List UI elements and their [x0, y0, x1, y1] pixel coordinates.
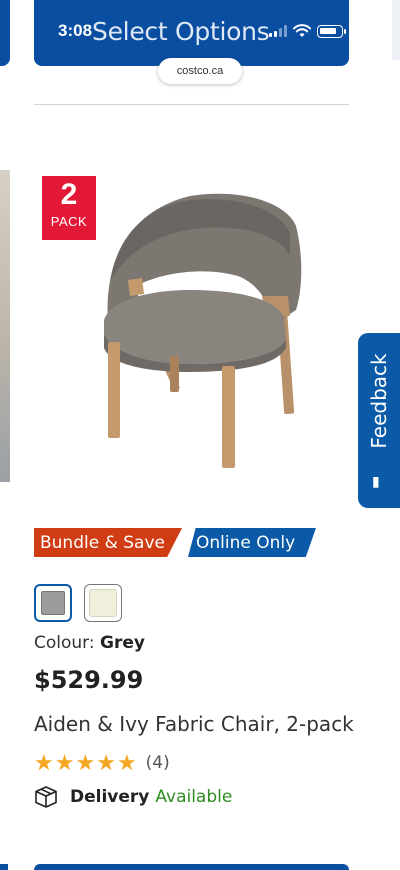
product-name: Aiden & Ivy Fabric Chair, 2-pack [34, 712, 354, 736]
feedback-icon: ▮ [372, 473, 380, 489]
status-time: 3:08 [58, 21, 93, 40]
colour-label: Colour: [34, 633, 100, 653]
status-icons [269, 24, 347, 38]
previous-card-edge-bottom [0, 864, 8, 870]
swatch-cream-chip [89, 589, 117, 617]
cellular-signal-icon [269, 25, 288, 37]
star-icon: ★ [96, 750, 116, 775]
delivery-row: Delivery Available [34, 786, 232, 808]
swatch-grey-chip [41, 591, 65, 615]
review-count: (4) [145, 753, 170, 773]
star-icon: ★ [34, 750, 54, 775]
star-icon: ★ [54, 750, 75, 775]
delivery-box-icon [35, 786, 57, 808]
header-bar: 3:08 Select Options [34, 0, 349, 66]
rating[interactable]: ★ ★ ★ ★ ★ (4) [34, 752, 170, 774]
pack-number: 2 [60, 178, 78, 211]
battery-icon [317, 24, 347, 38]
price: $529.99 [34, 666, 144, 694]
delivery-label: Delivery [70, 787, 150, 807]
product-page: 3:08 Select Options costco.ca 2 PACK Fee… [0, 0, 400, 870]
next-card-edge [392, 0, 400, 60]
bundle-save-badge: Bundle & Save [34, 528, 182, 557]
feedback-tab[interactable]: Feedback ▮ [358, 333, 400, 508]
url-pill[interactable]: costco.ca [158, 58, 242, 84]
pack-label: PACK [50, 214, 88, 229]
previous-card-edge [0, 0, 10, 66]
star-icon: ★ [116, 750, 137, 775]
add-to-cart-button[interactable] [34, 864, 349, 870]
two-pack-badge: 2 PACK [42, 176, 96, 240]
swatch-cream[interactable] [84, 584, 122, 622]
adjacent-image-edge [0, 170, 10, 482]
colour-value: Grey [100, 633, 145, 653]
swatch-grey[interactable] [34, 584, 72, 622]
page-title: Select Options [92, 16, 270, 46]
wifi-icon [293, 24, 312, 37]
delivery-status: Available [155, 787, 233, 807]
online-only-badge: Online Only [188, 528, 316, 557]
colour-row: Colour: Grey [34, 633, 145, 653]
divider [34, 104, 349, 105]
feedback-label: Feedback [367, 353, 391, 449]
star-icon: ★ [75, 750, 96, 775]
